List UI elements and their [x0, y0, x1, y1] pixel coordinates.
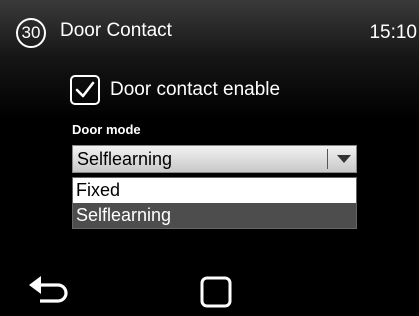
home-square-icon	[200, 276, 232, 308]
door-contact-enable-toggle[interactable]: Door contact enable	[70, 74, 280, 106]
page-title: Door Contact	[60, 20, 172, 41]
checkmark-icon	[75, 81, 95, 98]
door-contact-enable-label: Door contact enable	[110, 79, 281, 100]
door-mode-selected-value: Selflearning	[77, 149, 173, 169]
door-mode-label: Door mode	[72, 122, 141, 137]
chevron-down-icon[interactable]	[333, 146, 355, 172]
door-mode-option-fixed[interactable]: Fixed	[73, 178, 356, 203]
back-arrow-icon	[29, 276, 68, 303]
door-mode-option-selflearning[interactable]: Selflearning	[73, 203, 356, 228]
back-button[interactable]	[22, 270, 76, 310]
header-bar: 30 Door Contact 15:10	[0, 0, 419, 58]
door-contact-enable-checkbox[interactable]	[70, 75, 100, 105]
home-button[interactable]	[198, 274, 234, 310]
door-mode-select[interactable]: Selflearning	[72, 145, 357, 173]
clock: 15:10	[369, 22, 417, 43]
select-divider	[327, 149, 328, 169]
door-mode-options-list: Fixed Selflearning	[72, 177, 357, 229]
screen-number-badge: 30	[16, 18, 46, 48]
screen: 30 Door Contact 15:10 Door contact enabl…	[0, 0, 419, 316]
